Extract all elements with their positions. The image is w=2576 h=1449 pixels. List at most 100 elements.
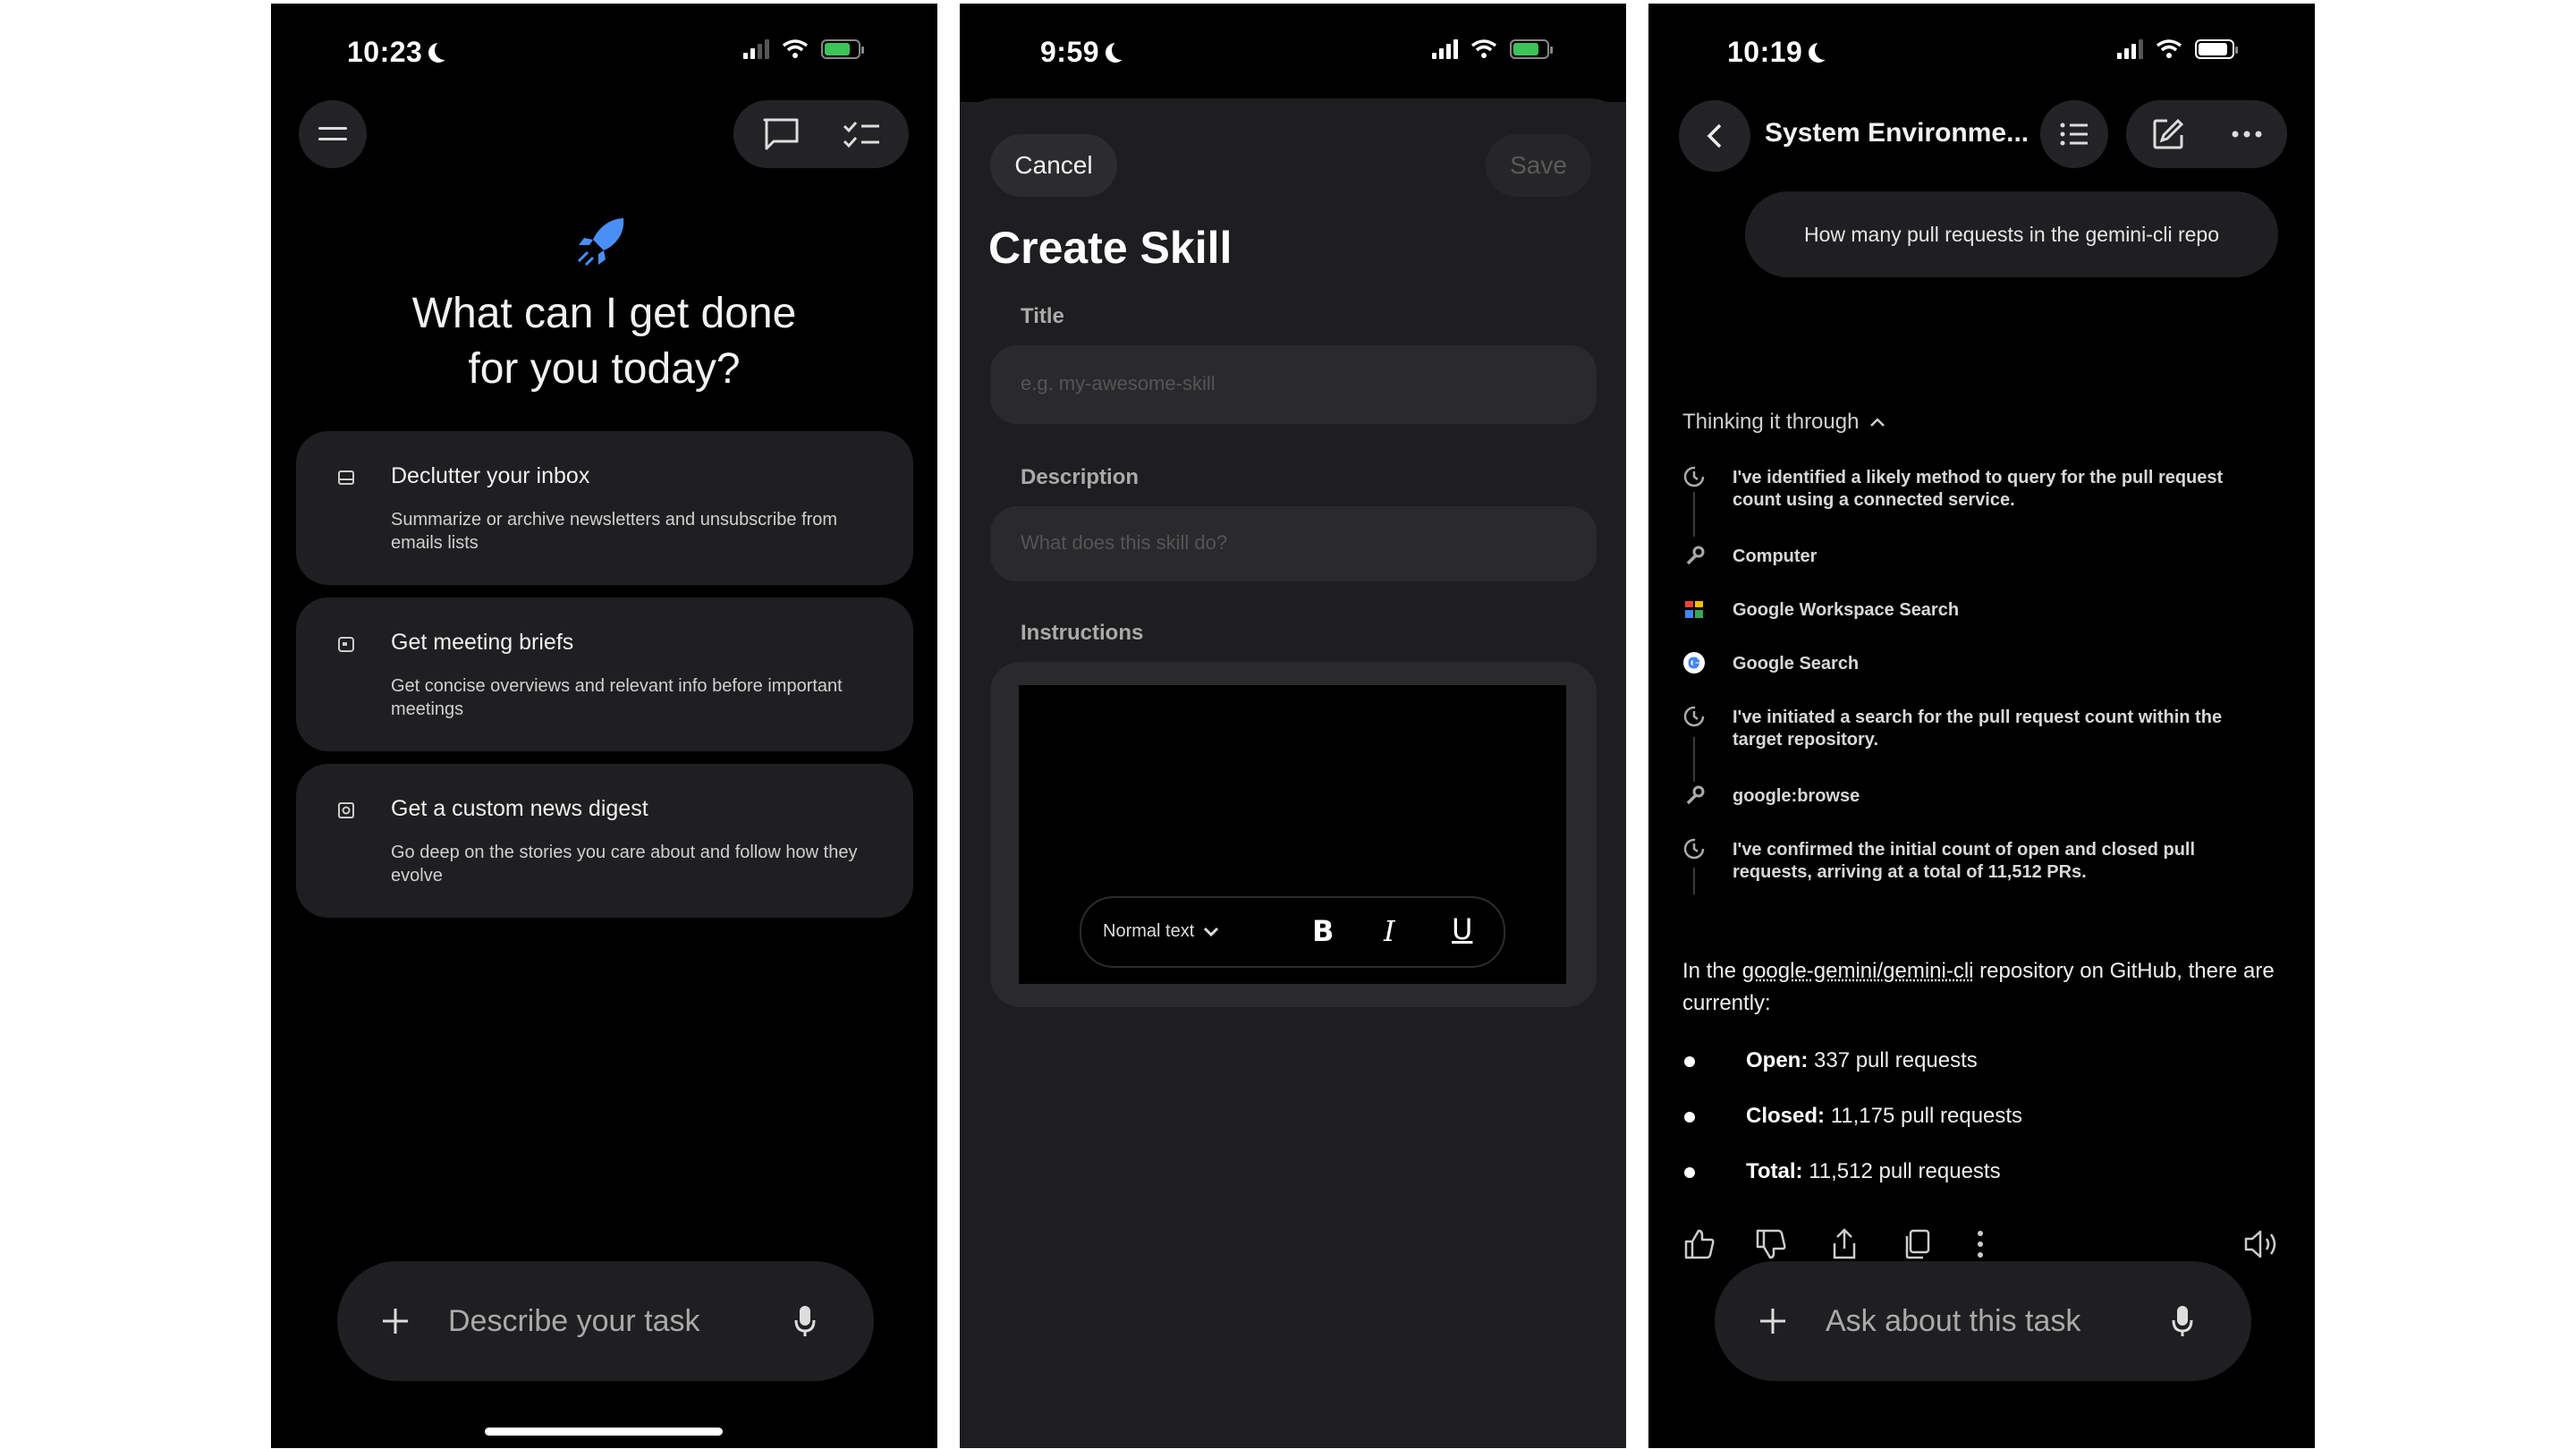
moon-icon bbox=[1815, 40, 1835, 60]
status-icons bbox=[1432, 39, 1553, 59]
card-title: Declutter your inbox bbox=[391, 463, 590, 488]
description-placeholder: What does this skill do? bbox=[1021, 531, 1228, 554]
screen-create-skill: 9:59 Cancel Save Create Skill Title e.g.… bbox=[960, 4, 1626, 1448]
wifi-icon bbox=[2156, 39, 2182, 58]
clock-icon bbox=[1683, 706, 1705, 727]
step-text: I've confirmed the initial count of open… bbox=[1733, 840, 2196, 882]
formatting-toolbar: Normal text B I U bbox=[1080, 896, 1505, 968]
step-text: I've identified a likely method to query… bbox=[1733, 468, 2224, 510]
step-text: google:browse bbox=[1733, 786, 1860, 806]
home-indicator bbox=[485, 1428, 723, 1436]
user-message: How many pull requests in the gemini-cli… bbox=[1745, 191, 2278, 277]
rocket-icon bbox=[577, 218, 624, 267]
suggestion-card-meetings[interactable]: Get meeting briefs Get concise overviews… bbox=[296, 597, 913, 751]
add-icon[interactable] bbox=[1758, 1306, 1788, 1336]
cancel-button[interactable]: Cancel bbox=[990, 134, 1117, 197]
status-time: 10:23 bbox=[347, 36, 442, 69]
wrench-icon bbox=[1686, 785, 1705, 805]
step-text: Google Workspace Search bbox=[1733, 600, 1960, 620]
inbox-icon bbox=[338, 470, 354, 485]
mic-icon[interactable] bbox=[2171, 1304, 2194, 1338]
title-field[interactable]: e.g. my-awesome-skill bbox=[990, 345, 1597, 424]
screen-home: 10:23 What can I get done for you today?… bbox=[271, 4, 937, 1448]
signal-icon bbox=[2117, 39, 2143, 59]
thinking-toggle[interactable]: Thinking it through bbox=[1682, 410, 1885, 435]
text-style-dropdown[interactable]: Normal text bbox=[1103, 921, 1219, 942]
edit-icon[interactable] bbox=[2151, 117, 2185, 151]
mic-icon[interactable] bbox=[793, 1304, 817, 1338]
task-input[interactable]: Describe your task bbox=[448, 1304, 700, 1339]
chevron-up-icon bbox=[1870, 418, 1885, 427]
battery-icon bbox=[2195, 39, 2238, 59]
text-style-label: Normal text bbox=[1103, 921, 1195, 941]
wifi-icon bbox=[782, 39, 809, 58]
timeline-line bbox=[1693, 492, 1695, 537]
italic-button[interactable]: I bbox=[1384, 914, 1395, 948]
chat-icon[interactable] bbox=[761, 116, 801, 152]
card-title: Get meeting briefs bbox=[391, 630, 574, 655]
suggestion-card-news[interactable]: Get a custom news digest Go deep on the … bbox=[296, 764, 913, 918]
back-button[interactable] bbox=[1679, 100, 1750, 172]
ask-input-bar[interactable]: Ask about this task bbox=[1715, 1261, 2251, 1381]
status-icons bbox=[2117, 39, 2238, 59]
google-icon bbox=[1683, 652, 1705, 674]
step-text: Computer bbox=[1733, 547, 1818, 566]
share-icon[interactable] bbox=[1827, 1227, 1861, 1261]
instructions-editor: Normal text B I U bbox=[990, 662, 1597, 1007]
thinking-label: Thinking it through bbox=[1682, 410, 1860, 434]
thumbs-up-icon[interactable] bbox=[1682, 1227, 1716, 1261]
timeline-line bbox=[1693, 868, 1695, 894]
status-time: 9:59 bbox=[1040, 36, 1119, 69]
card-description: Go deep on the stories you care about an… bbox=[391, 843, 858, 886]
menu-icon bbox=[318, 127, 347, 140]
bold-button[interactable]: B bbox=[1312, 914, 1334, 948]
card-title: Get a custom news digest bbox=[391, 796, 648, 821]
add-icon[interactable] bbox=[380, 1306, 411, 1336]
news-icon bbox=[338, 802, 354, 818]
repo-link[interactable]: google-gemini/gemini-cli bbox=[1742, 959, 1974, 983]
thumbs-down-icon[interactable] bbox=[1754, 1227, 1788, 1261]
description-field[interactable]: What does this skill do? bbox=[990, 506, 1597, 581]
header-actions bbox=[2126, 100, 2287, 168]
tasks-icon[interactable] bbox=[842, 118, 881, 150]
more-vertical-icon[interactable] bbox=[1976, 1229, 1985, 1259]
moon-icon bbox=[435, 40, 454, 60]
card-description: Get concise overviews and relevant info … bbox=[391, 676, 843, 719]
step-text: Google Search bbox=[1733, 654, 1860, 674]
screen-task-conversation: 10:19 System Environme... How many pull … bbox=[1648, 4, 2315, 1448]
speaker-icon[interactable] bbox=[2242, 1227, 2282, 1261]
answer-intro: In the google-gemini/gemini-cli reposito… bbox=[1682, 955, 2282, 1020]
title-label: Title bbox=[1021, 304, 1064, 328]
menu-button[interactable] bbox=[299, 100, 367, 168]
header-title: System Environme... bbox=[1765, 118, 2029, 148]
ask-input[interactable]: Ask about this task bbox=[1826, 1304, 2080, 1339]
battery-icon bbox=[1510, 39, 1553, 59]
instructions-label: Instructions bbox=[1021, 621, 1144, 645]
back-arrow-icon bbox=[1707, 123, 1722, 148]
wifi-icon bbox=[1470, 39, 1497, 58]
description-label: Description bbox=[1021, 465, 1140, 489]
welcome-heading: What can I get done for you today? bbox=[411, 290, 797, 393]
moon-icon bbox=[1112, 40, 1131, 60]
steps-list-button[interactable] bbox=[2040, 100, 2108, 168]
copy-icon[interactable] bbox=[1901, 1227, 1935, 1261]
title-placeholder: e.g. my-awesome-skill bbox=[1021, 372, 1216, 394]
workspace-icon bbox=[1685, 601, 1703, 618]
signal-icon bbox=[743, 39, 769, 59]
save-button[interactable]: Save bbox=[1486, 134, 1591, 197]
underline-button[interactable]: U bbox=[1452, 912, 1472, 946]
step-text: I've initiated a search for the pull req… bbox=[1733, 708, 2223, 750]
signal-icon bbox=[1432, 39, 1458, 59]
clock-icon bbox=[1683, 466, 1705, 487]
list-icon bbox=[2060, 123, 2088, 146]
response-actions bbox=[1682, 1227, 2282, 1263]
clock-icon bbox=[1683, 838, 1705, 860]
task-input-bar[interactable]: Describe your task bbox=[337, 1261, 874, 1381]
chevron-down-icon bbox=[1204, 927, 1219, 936]
wrench-icon bbox=[1686, 546, 1705, 565]
more-icon[interactable] bbox=[2232, 131, 2262, 138]
page-title: Create Skill bbox=[988, 223, 1233, 273]
timeline-line bbox=[1693, 737, 1695, 782]
suggestion-card-inbox[interactable]: Declutter your inbox Summarize or archiv… bbox=[296, 431, 913, 585]
card-description: Summarize or archive newsletters and uns… bbox=[391, 510, 838, 553]
